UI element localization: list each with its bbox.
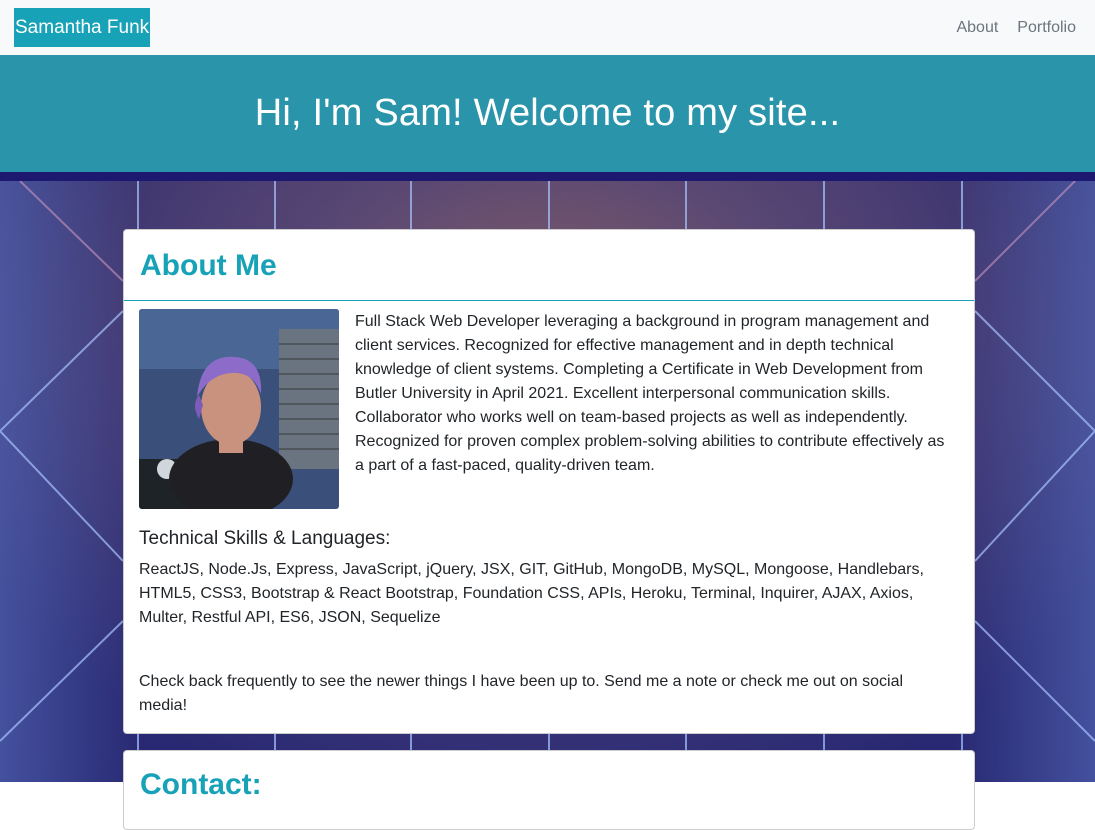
contact-card: Contact: [123,750,975,830]
hero-heading: Hi, I'm Sam! Welcome to my site... [254,92,841,134]
hero-stripe [0,172,1095,181]
skills-list: ReactJS, Node.Js, Express, JavaScript, j… [139,561,924,626]
hero-banner: Hi, I'm Sam! Welcome to my site... [0,55,1095,172]
nav-link-about[interactable]: About [956,19,998,37]
about-card-header: About Me [124,230,974,301]
about-title: About Me [140,249,277,282]
closing-note: Check back frequently to see the newer t… [139,673,904,714]
navbar: Samantha Funk About Portfolio [0,0,1095,55]
brand-link[interactable]: Samantha Funk [14,8,151,47]
intro-row: Full Stack Web Developer leveraging a ba… [139,309,959,509]
profile-photo [139,309,339,509]
contact-title: Contact: [140,768,262,801]
about-body: Full Stack Web Developer leveraging a ba… [124,301,974,718]
nav-links: About Portfolio [956,19,1081,37]
nav-link-portfolio[interactable]: Portfolio [1017,19,1076,37]
skills-heading: Technical Skills & Languages: [139,528,391,549]
bio-text: Full Stack Web Developer leveraging a ba… [355,313,945,474]
profile-photo-image [139,309,339,509]
about-card: About Me Full Stack Web Developer levera… [123,229,975,734]
